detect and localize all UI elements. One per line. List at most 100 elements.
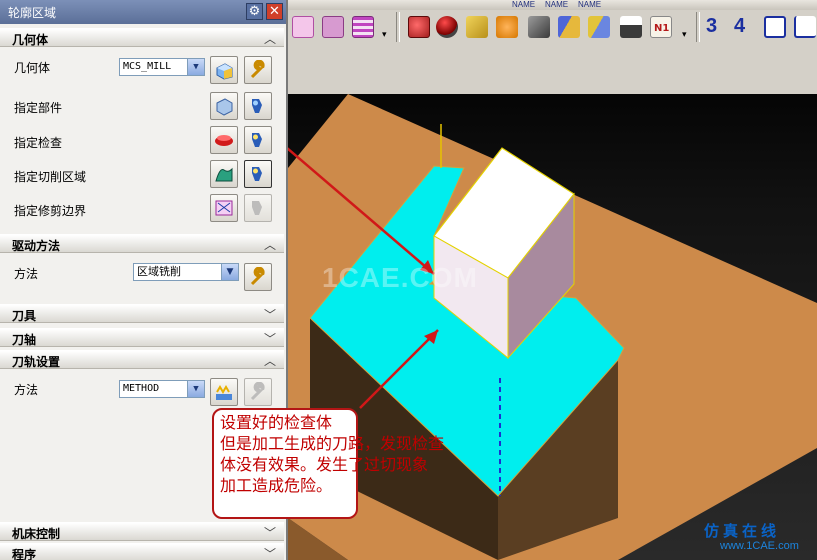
section-tool-axis[interactable]: 刀轴 ﹀: [0, 328, 284, 347]
solid-cube-icon[interactable]: [528, 16, 550, 38]
display-cut-area-button[interactable]: [244, 160, 272, 188]
toolbar-name-label-3: NAME: [578, 0, 602, 9]
section-machine-control-label: 机床控制: [12, 527, 61, 541]
site-logo-url: www.1CAE.com: [720, 540, 799, 552]
profile-view-icon[interactable]: [764, 16, 786, 38]
chevron-down-icon[interactable]: ▼: [187, 381, 204, 397]
section-program[interactable]: 程序 ﹀: [0, 543, 284, 560]
section-program-label: 程序: [12, 548, 37, 560]
geometry-select-value: MCS_MILL: [123, 61, 172, 72]
section-tool[interactable]: 刀具 ﹀: [0, 304, 284, 323]
section-machine-control[interactable]: 机床控制 ﹀: [0, 522, 284, 541]
chevron-up-icon[interactable]: ︿: [264, 30, 276, 47]
chevron-up-icon[interactable]: ︿: [264, 352, 276, 369]
slab-icon[interactable]: [466, 16, 488, 38]
geometry-row-label: 几何体: [14, 61, 51, 75]
part-body-icon: [216, 98, 233, 116]
site-logo: 仿真在线 www.1CAE.com: [704, 520, 812, 558]
dialog-titlebar: 轮廓区域 ⚙ ✕: [0, 0, 286, 24]
toolbar-name-label-1: NAME: [512, 0, 536, 9]
select-trim-boundary-button[interactable]: [210, 194, 238, 222]
new-geometry-button[interactable]: [210, 56, 238, 84]
chevron-up-icon[interactable]: ︿: [264, 236, 276, 253]
chevron-down-icon[interactable]: ﹀: [264, 524, 276, 541]
section-tool-label: 刀具: [12, 309, 37, 323]
cap-icon[interactable]: [436, 16, 458, 38]
check-body-icon: [215, 135, 233, 146]
toolbar-separator: [396, 12, 400, 42]
section-tool-axis-label: 刀轴: [12, 333, 37, 347]
toolbar-name-label-2: NAME: [545, 0, 569, 9]
specify-cut-area-label: 指定切削区域: [14, 170, 87, 184]
flashlight-icon: [252, 133, 262, 147]
section-path-settings[interactable]: 刀轨设置 ︿: [0, 350, 284, 369]
finish-path-icon[interactable]: [588, 16, 610, 38]
drive-method-select-value: 区域铣削: [137, 265, 181, 278]
cube-tree-icon[interactable]: [322, 16, 344, 38]
path-method-select-value: METHOD: [123, 383, 160, 394]
flashlight-icon: [252, 167, 262, 181]
geometry-select[interactable]: MCS_MILL ▼: [119, 58, 205, 76]
wrench-icon: [250, 60, 265, 79]
section-geometry-label: 几何体: [12, 33, 49, 47]
site-logo-cn: 仿真在线: [704, 522, 781, 540]
new-method-button[interactable]: [210, 378, 238, 406]
floor-view-icon[interactable]: [794, 16, 816, 38]
mill-path-icon[interactable]: [558, 16, 580, 38]
path-method-select[interactable]: METHOD ▼: [119, 380, 205, 398]
watermark: 1CAE.COM: [322, 262, 478, 293]
drive-method-select[interactable]: 区域铣削 ▼: [133, 263, 239, 281]
display-part-button[interactable]: [244, 92, 272, 120]
chevron-down-icon[interactable]: ▼: [221, 264, 238, 280]
chevron-down-icon[interactable]: ﹀: [264, 330, 276, 347]
gear-icon[interactable]: ⚙: [246, 3, 263, 20]
annotation-line-1: 设置好的检查体: [220, 413, 333, 432]
edit-drive-method-button[interactable]: [244, 263, 272, 291]
method-icon: [216, 385, 232, 400]
specify-trim-boundary-label: 指定修剪边界: [14, 204, 87, 218]
section-geometry[interactable]: 几何体 ︿: [0, 28, 284, 47]
layers-icon[interactable]: [352, 16, 374, 38]
close-icon[interactable]: ✕: [266, 3, 283, 20]
section-drive-method[interactable]: 驱动方法 ︿: [0, 234, 284, 253]
flashlight-icon: [252, 99, 262, 113]
annotation-text: 设置好的检查体 但是加工生成的刀路，发现检查 体没有效果。发生了过切现象 加工造…: [220, 412, 444, 496]
nc-output-icon[interactable]: N1: [650, 16, 672, 38]
annotation-line-2: 但是加工生成的刀路，发现检查: [220, 434, 445, 453]
gem-red-icon[interactable]: [408, 16, 430, 38]
chevron-down-icon[interactable]: ﹀: [264, 306, 276, 323]
edit-geometry-button[interactable]: [244, 56, 272, 84]
view-3-button[interactable]: 3: [706, 15, 717, 38]
main-toolbar: NAME NAME NAME ▾ N1 ▾ 3 4: [288, 0, 817, 49]
grid-icon[interactable]: [292, 16, 314, 38]
chevron-down-icon[interactable]: ▼: [187, 59, 204, 75]
section-drive-method-label: 驱动方法: [12, 239, 61, 253]
drive-method-label: 方法: [14, 267, 39, 281]
cut-area-icon: [215, 167, 233, 182]
display-trim-boundary-button[interactable]: [244, 194, 272, 222]
chevron-down-icon[interactable]: ﹀: [264, 545, 276, 560]
annotation-line-3: 体没有效果。发生了过切现象: [220, 455, 429, 474]
wrench-icon: [250, 382, 265, 401]
chevron-down-icon[interactable]: ▾: [382, 30, 387, 40]
specify-check-label: 指定检查: [14, 136, 63, 150]
gears-icon[interactable]: [496, 16, 518, 38]
edit-method-button[interactable]: [244, 378, 272, 406]
path-method-label: 方法: [14, 383, 39, 397]
chevron-down-icon[interactable]: ▾: [682, 30, 687, 40]
printer-icon[interactable]: [620, 16, 642, 38]
annotation-line-4: 加工造成危险。: [220, 476, 333, 495]
select-part-button[interactable]: [210, 92, 238, 120]
dialog-title: 轮廓区域: [8, 6, 57, 20]
toolbar-separator: [696, 12, 700, 42]
flashlight-icon: [252, 201, 262, 215]
specify-part-label: 指定部件: [14, 101, 63, 115]
section-path-settings-label: 刀轨设置: [12, 355, 61, 369]
display-check-button[interactable]: [244, 126, 272, 154]
view-4-button[interactable]: 4: [734, 15, 745, 38]
wrench-icon: [250, 267, 265, 286]
new-geometry-icon: [216, 63, 233, 80]
select-cut-area-button[interactable]: [210, 160, 238, 188]
select-check-button[interactable]: [210, 126, 238, 154]
trim-boundary-icon: [215, 200, 233, 216]
